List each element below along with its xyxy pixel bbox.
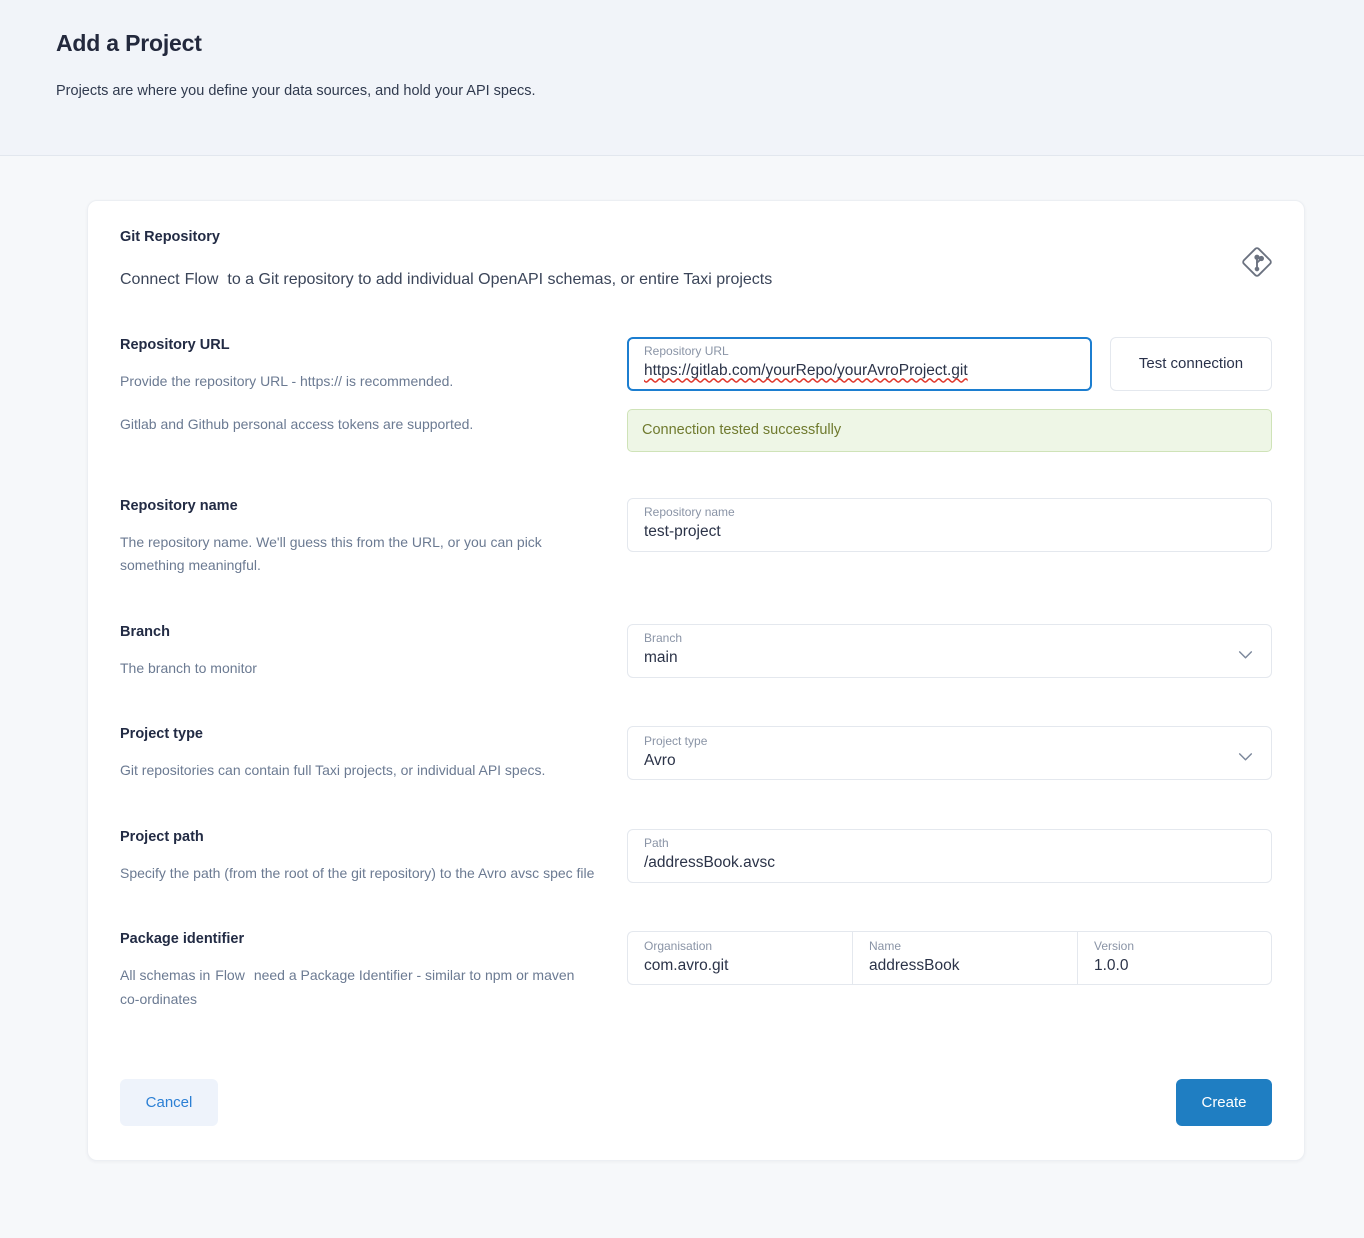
repository-url-help-2: Gitlab and Github personal access tokens… <box>120 416 474 433</box>
project-type-help: Git repositories can contain full Taxi p… <box>120 762 546 779</box>
card-container: Git Repository Connect Flow to a Git repos… <box>0 156 1364 1162</box>
repository-url-field-col: Repository URL https://gitlab.com/yourRe… <box>627 336 1272 452</box>
page-title: Add a Project <box>56 30 202 56</box>
git-repository-card: Git Repository Connect Flow to a Git repos… <box>87 200 1305 1162</box>
name-input-label: Name <box>869 938 902 953</box>
version-input-value: 1.0.0 <box>1094 956 1129 974</box>
card-description-row: Connect Flow to a Git repository to add in… <box>120 247 1272 291</box>
card-description-prefix: Connect <box>120 271 180 288</box>
package-identifier-group: Organisation com.avro.git Name addressBo… <box>627 931 1272 986</box>
chevron-down-icon[interactable] <box>1238 646 1253 659</box>
project-type-select-value: Avro <box>644 751 676 769</box>
cancel-button[interactable]: Cancel <box>120 1079 218 1127</box>
branch-select-value: main <box>644 649 678 667</box>
git-icon <box>1242 247 1272 277</box>
branch-label: Branch <box>120 623 170 640</box>
project-type-label: Project type <box>120 726 203 743</box>
repository-name-label: Repository name <box>120 497 238 514</box>
project-type-select-label: Project type <box>644 733 708 748</box>
package-identifier-help-prefix: All schemas in <box>120 967 211 984</box>
version-input-label: Version <box>1094 938 1135 953</box>
card-description: Connect Flow to a Git repository to add in… <box>120 269 772 291</box>
repository-url-input[interactable]: Repository URL https://gitlab.com/yourRe… <box>627 336 1092 391</box>
project-type-field-col: Project type Avro <box>627 726 1272 781</box>
name-input[interactable]: Name addressBook <box>852 931 1077 986</box>
project-path-label-col: Project path Specify the path (from the … <box>120 829 627 886</box>
repository-url-label: Repository URL <box>120 336 230 353</box>
row-branch: Branch The branch to monitor Branch main <box>120 623 1272 681</box>
name-input-value: addressBook <box>869 956 960 974</box>
package-identifier-label-col: Package identifier All schemas in Flow nee… <box>120 931 627 1011</box>
repository-url-label-col: Repository URL Provide the repository UR… <box>120 337 627 437</box>
chevron-down-icon[interactable] <box>1238 749 1253 761</box>
card-description-suffix: to a Git repository to add individual Op… <box>227 271 773 288</box>
project-path-input-label: Path <box>644 836 669 851</box>
project-path-input[interactable]: Path /addressBook.avsc <box>627 828 1272 883</box>
card-footer: Cancel Create <box>120 1079 1272 1127</box>
card-heading: Git Repository <box>120 229 220 245</box>
package-identifier-help: All schemas in Flow need a Package Identif… <box>120 964 597 1011</box>
repository-name-help: The repository name. We'll guess this fr… <box>120 533 542 574</box>
package-identifier-field-col: Organisation com.avro.git Name addressBo… <box>627 931 1272 986</box>
brand-name: Flow <box>184 271 219 288</box>
row-repository-url: Repository URL Provide the repository UR… <box>120 336 1272 452</box>
version-input[interactable]: Version 1.0.0 <box>1077 931 1272 986</box>
project-type-select[interactable]: Project type Avro <box>627 726 1272 781</box>
repository-url-input-label: Repository URL <box>644 344 729 359</box>
package-identifier-label: Package identifier <box>120 931 245 948</box>
repository-url-line: Repository URL https://gitlab.com/yourRe… <box>627 336 1272 391</box>
branch-help: The branch to monitor <box>120 659 257 676</box>
project-path-field-col: Path /addressBook.avsc <box>627 828 1272 883</box>
repository-name-input-label: Repository name <box>644 505 735 520</box>
project-path-label: Project path <box>120 828 204 845</box>
brand-name: Flow <box>215 967 245 984</box>
repository-name-input[interactable]: Repository name test-project <box>627 497 1272 552</box>
connection-success-alert: Connection tested successfully <box>627 408 1272 452</box>
project-path-help: Specify the path (from the root of the g… <box>120 864 595 881</box>
branch-label-col: Branch The branch to monitor <box>120 624 627 681</box>
row-project-path: Project path Specify the path (from the … <box>120 828 1272 886</box>
repository-name-input-value: test-project <box>644 523 721 541</box>
repository-name-field-col: Repository name test-project <box>627 497 1272 552</box>
page-header: Add a Project Projects are where you def… <box>0 0 1364 156</box>
repository-name-label-col: Repository name The repository name. We'… <box>120 498 627 578</box>
row-package-identifier: Package identifier All schemas in Flow nee… <box>120 931 1272 1011</box>
branch-select[interactable]: Branch main <box>627 623 1272 678</box>
repository-url-input-value: https://gitlab.com/yourRepo/yourAvroProj… <box>644 362 968 380</box>
organisation-input[interactable]: Organisation com.avro.git <box>627 931 852 986</box>
page-subtitle: Projects are where you define your data … <box>56 83 536 99</box>
branch-select-label: Branch <box>644 631 683 646</box>
row-project-type: Project type Git repositories can contai… <box>120 726 1272 783</box>
test-connection-button[interactable]: Test connection <box>1110 336 1272 391</box>
organisation-input-label: Organisation <box>644 938 713 953</box>
row-repository-name: Repository name The repository name. We'… <box>120 497 1272 578</box>
project-type-label-col: Project type Git repositories can contai… <box>120 726 627 783</box>
repository-url-help-1: Provide the repository URL - https:// is… <box>120 372 454 389</box>
branch-field-col: Branch main <box>627 623 1272 678</box>
organisation-input-value: com.avro.git <box>644 956 729 974</box>
create-button[interactable]: Create <box>1176 1079 1272 1127</box>
project-path-input-value: /addressBook.avsc <box>644 854 775 872</box>
